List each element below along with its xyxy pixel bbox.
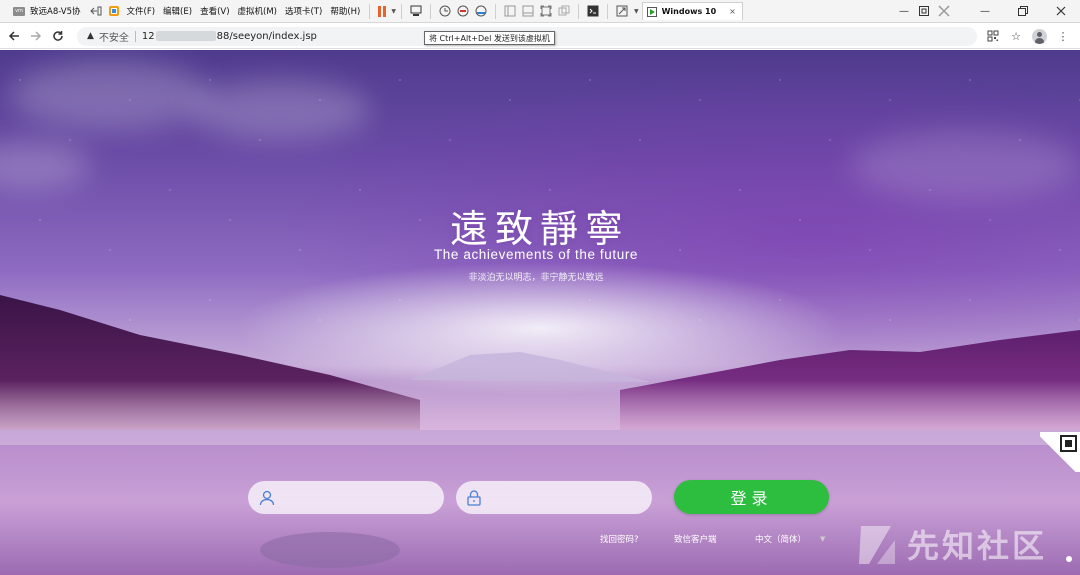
forgot-password-link[interactable]: 找回密码? (600, 533, 639, 545)
vmware-toolbar: vm 致远A8-V5协 文件(F) 编辑(E) 查看(V) 虚拟机(M) 选项卡… (0, 0, 1080, 23)
chevron-down-icon: ▼ (820, 535, 826, 543)
menu-tabs[interactable]: 选项卡(T) (281, 0, 326, 23)
lock-icon (467, 489, 481, 506)
xianzhi-logo-icon (859, 526, 895, 564)
more-menu-icon[interactable]: ⋮ (1056, 29, 1070, 43)
reload-icon[interactable] (47, 30, 69, 42)
vmware-logo-icon: vm (13, 6, 25, 16)
qr-login-toggle[interactable] (1040, 432, 1080, 472)
qr-code-icon[interactable] (986, 29, 1000, 43)
hero-subtitle: The achievements of the future (433, 247, 639, 262)
show-thumbnail-icon[interactable] (522, 5, 534, 17)
forward-icon[interactable] (25, 30, 47, 42)
toolbar-divider (606, 3, 608, 19)
url-redacted (155, 31, 216, 41)
close-icon[interactable] (1042, 0, 1080, 23)
security-label[interactable]: 不安全 (99, 29, 129, 44)
vmware-home-icon[interactable] (108, 5, 120, 17)
minimize-icon[interactable]: — (966, 0, 1004, 23)
qr-code-icon (1060, 435, 1077, 452)
toolbar-divider (400, 3, 402, 19)
menu-edit[interactable]: 编辑(E) (159, 0, 196, 23)
vm-running-icon (646, 6, 657, 17)
url-prefix: 12 (141, 30, 155, 42)
restore-icon[interactable] (1004, 0, 1042, 23)
user-icon (259, 490, 275, 505)
password-field[interactable] (456, 481, 652, 514)
watermark: 先知社区 (855, 520, 1047, 568)
snapshot-icon[interactable] (439, 5, 451, 17)
menu-view[interactable]: 查看(V) (196, 0, 233, 23)
bookmark-star-icon[interactable]: ☆ (1009, 29, 1023, 43)
stretch-view-icon[interactable] (616, 5, 628, 17)
vm-close-icon[interactable] (934, 0, 954, 23)
console-view-icon[interactable] (587, 5, 599, 17)
unity-icon[interactable] (558, 5, 570, 17)
snapshot-manager-icon[interactable] (475, 5, 487, 17)
login-page: 遠致靜寧 The achievements of the future 非淡泊无… (0, 50, 1080, 575)
power-dropdown-icon[interactable]: ▼ (391, 8, 396, 15)
vm-tab-close-icon[interactable]: × (729, 7, 736, 16)
revert-snapshot-icon[interactable] (457, 5, 469, 17)
show-library-icon[interactable] (504, 5, 516, 17)
url-path: 88/seeyon/index.jsp (216, 30, 317, 42)
toolbar-divider (369, 3, 371, 19)
browser-actions: ☆ ⋮ (986, 28, 1080, 44)
toolbar-divider (429, 3, 431, 19)
hero-title: 遠致靜寧 (449, 207, 630, 251)
menu-file[interactable]: 文件(F) (123, 0, 160, 23)
send-ctrl-alt-del-icon[interactable] (410, 5, 422, 17)
vm-restore-icon[interactable] (914, 0, 934, 23)
omnibox-divider (134, 30, 136, 42)
toolbar-divider (577, 3, 579, 19)
hero-slogan: 非淡泊无以明志，非宁静无以致远 (468, 273, 604, 283)
profile-avatar-icon[interactable] (1032, 28, 1047, 44)
vmware-window-title: 致远A8-V5协 (30, 7, 81, 17)
language-value: 中文（简体） (755, 535, 807, 545)
toolbar-divider (494, 3, 496, 19)
cloud (850, 130, 1080, 200)
pause-icon[interactable] (378, 5, 387, 17)
warning-icon[interactable]: ▲ (87, 31, 94, 41)
scroll-dot (1066, 556, 1072, 562)
language-select[interactable]: 中文（简体） ▼ (755, 533, 825, 545)
fullscreen-icon[interactable] (540, 5, 552, 17)
vm-tab-label: Windows 10 (661, 7, 717, 16)
username-field[interactable] (248, 481, 444, 514)
vm-tab-windows10[interactable]: Windows 10 × (641, 2, 743, 20)
tooltip: 将 Ctrl+Alt+Del 发送到该虚拟机 (424, 31, 555, 45)
username-input[interactable] (283, 490, 433, 505)
login-button[interactable]: 登录 (674, 480, 829, 514)
client-download-link[interactable]: 致信客户端 (674, 533, 717, 545)
menu-help[interactable]: 帮助(H) (326, 0, 364, 23)
cloud (10, 60, 210, 130)
stretch-dropdown-icon[interactable]: ▼ (634, 8, 639, 15)
password-input[interactable] (489, 490, 639, 505)
cloud (190, 80, 370, 140)
menu-vm[interactable]: 虚拟机(M) (234, 0, 281, 23)
watermark-text: 先知社区 (907, 527, 1048, 565)
vmware-library-icon[interactable] (89, 5, 102, 17)
back-icon[interactable] (3, 30, 25, 42)
vm-minimize-icon[interactable]: — (894, 0, 914, 23)
window-controls: — — (894, 0, 1080, 23)
